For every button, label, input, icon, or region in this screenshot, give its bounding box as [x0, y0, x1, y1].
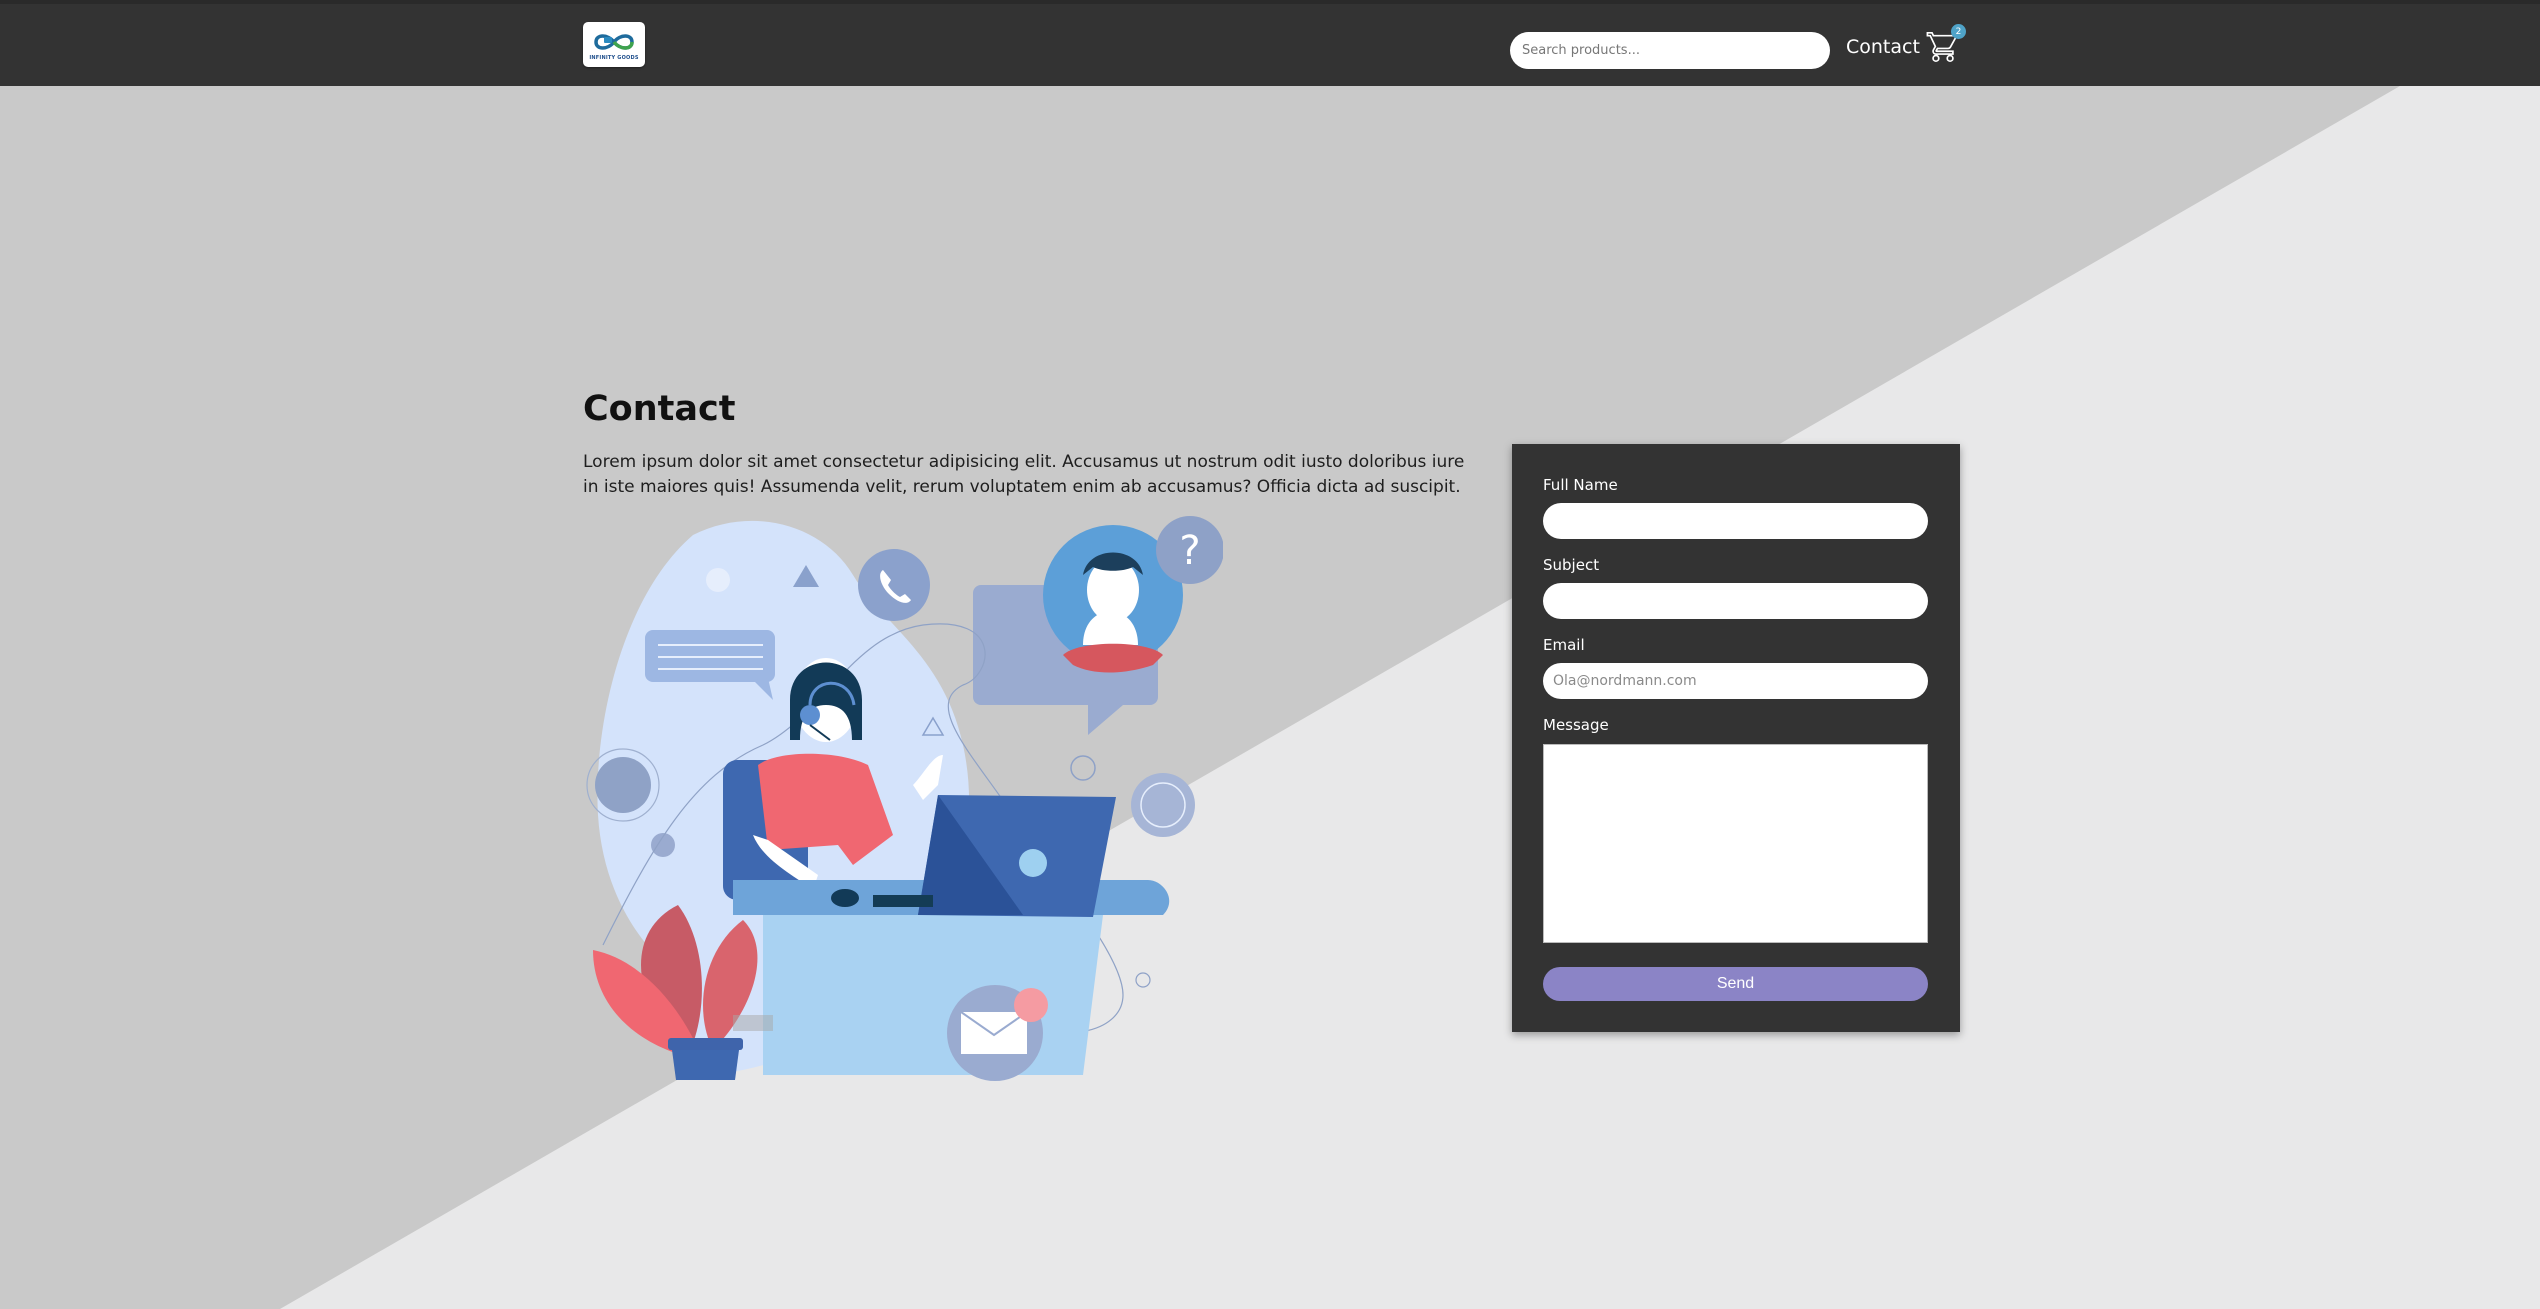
- infinity-logo-icon: [594, 34, 634, 50]
- email-label: Email: [1543, 636, 1585, 654]
- page-title: Contact: [583, 389, 736, 429]
- send-button[interactable]: Send: [1543, 967, 1928, 1001]
- search-input[interactable]: [1510, 32, 1830, 69]
- nav-link-contact[interactable]: Contact: [1846, 36, 1920, 58]
- message-textarea[interactable]: [1543, 744, 1928, 943]
- message-label: Message: [1543, 716, 1609, 734]
- cart-count-badge: 2: [1951, 24, 1966, 39]
- background-diagonal: [0, 86, 2400, 1309]
- logo-text: INFINITY GOODS: [589, 55, 639, 61]
- customer-support-illustration: ?: [586, 516, 1223, 1081]
- full-name-input[interactable]: [1543, 503, 1928, 539]
- logo[interactable]: INFINITY GOODS: [583, 22, 645, 67]
- email-input[interactable]: [1543, 663, 1928, 699]
- subject-input[interactable]: [1543, 583, 1928, 619]
- full-name-label: Full Name: [1543, 476, 1618, 494]
- svg-text:?: ?: [1179, 528, 1200, 574]
- intro-text: Lorem ipsum dolor sit amet consectetur a…: [583, 452, 1465, 497]
- top-navbar: INFINITY GOODS Contact 2: [0, 0, 2540, 86]
- subject-label: Subject: [1543, 556, 1600, 574]
- contact-form: Full Name Subject Email Message Send: [1512, 444, 1960, 1032]
